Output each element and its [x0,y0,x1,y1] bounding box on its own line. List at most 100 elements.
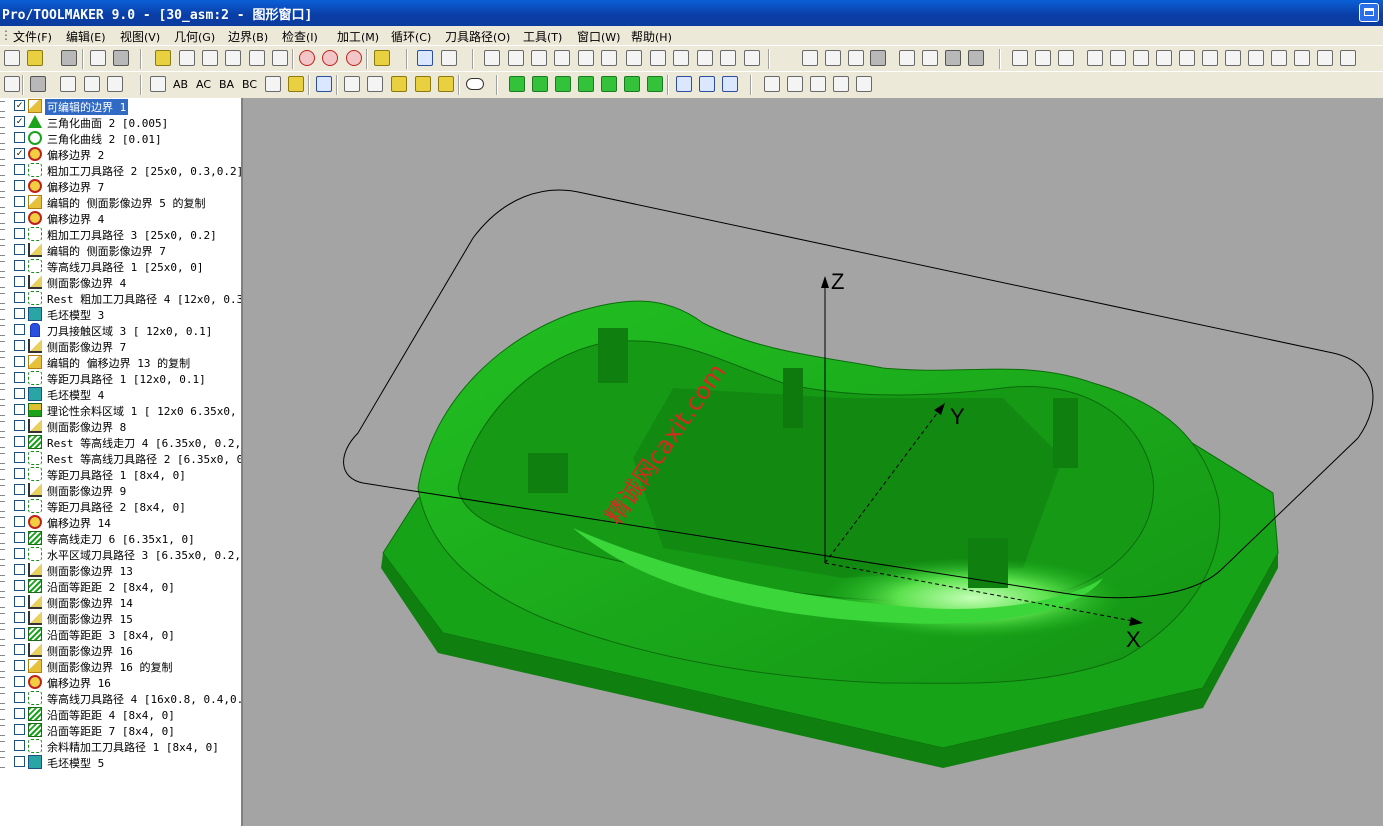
ellipse-icon[interactable] [466,78,484,90]
expand-icon[interactable] [0,485,5,496]
expand-icon[interactable] [0,645,5,656]
flowline-icon[interactable] [825,50,841,66]
visibility-checkbox[interactable] [14,372,25,383]
visibility-checkbox[interactable] [14,196,25,207]
visibility-checkbox[interactable] [14,436,25,447]
expand-icon[interactable] [0,405,5,416]
visibility-checkbox[interactable] [14,212,25,223]
tree-item[interactable]: 水平区域刀具路径 3 [6.35x0, 0.2, [0,546,241,562]
pan-icon[interactable] [676,76,692,92]
visibility-checkbox[interactable] [14,596,25,607]
visibility-checkbox[interactable] [14,164,25,175]
visibility-checkbox[interactable] [14,276,25,287]
tree-item[interactable]: 偏移边界 4 [0,210,241,226]
tool-5-icon[interactable] [1110,50,1126,66]
expand-icon[interactable] [0,229,5,240]
expand-icon[interactable] [0,133,5,144]
graphics-viewport[interactable]: Z Y X 精诚网caxit.com [243,98,1383,826]
shade-icon[interactable] [344,76,360,92]
tree-item[interactable]: 编辑的 侧面影像边界 5 的复制 [0,194,241,210]
menu-view[interactable]: 视图(V) [120,28,160,45]
visibility-checkbox[interactable]: ✓ [14,148,25,159]
expand-icon[interactable] [0,469,5,480]
view-right-icon[interactable] [647,76,663,92]
tree-item[interactable]: 余料精加工刀具路径 1 [8x4, 0] [0,738,241,754]
tree-item[interactable]: 理论性余料区域 1 [ 12x0 6.35x0, [0,402,241,418]
area-clear-icon[interactable] [554,50,570,66]
expand-icon[interactable] [0,757,5,768]
expand-icon[interactable] [0,549,5,560]
view-front-icon[interactable] [578,76,594,92]
offset-boundary-tool-3-icon[interactable] [346,50,362,66]
waterline-icon[interactable] [650,50,666,66]
tool-13-icon[interactable] [1294,50,1310,66]
visibility-checkbox[interactable] [14,756,25,767]
fraction-icon[interactable] [265,76,281,92]
stock-boundary-icon[interactable] [272,50,288,66]
rotate-icon[interactable] [150,76,166,92]
visibility-checkbox[interactable] [14,468,25,479]
expand-icon[interactable] [0,709,5,720]
tree-item[interactable]: 偏移边界 7 [0,178,241,194]
tool-8-icon[interactable] [1179,50,1195,66]
project-icon[interactable] [802,50,818,66]
tree-item[interactable]: 等距刀具路径 1 [8x4, 0] [0,466,241,482]
visibility-checkbox[interactable] [14,292,25,303]
menu-geometry[interactable]: 几何(G) [174,28,215,45]
menu-file[interactable]: 文件(F) [13,28,52,45]
tree-item[interactable]: ✓ 三角化曲面 2 [0.005] [0,114,241,130]
expand-icon[interactable] [0,517,5,528]
tree-item[interactable]: 侧面影像边界 16 [0,642,241,658]
visibility-checkbox[interactable] [14,420,25,431]
view-ab-button[interactable]: AB [173,78,188,91]
offset-boundary-tool-2-icon[interactable] [322,50,338,66]
expand-icon[interactable] [0,165,5,176]
menu-inspect[interactable]: 检查(I) [282,28,318,45]
visibility-checkbox[interactable] [14,612,25,623]
visibility-checkbox[interactable] [14,660,25,671]
steep-icon[interactable] [673,50,689,66]
tree-item[interactable]: 侧面影像边界 16 的复制 [0,658,241,674]
tree-item[interactable]: 毛坯模型 3 [0,306,241,322]
tool-7-icon[interactable] [1156,50,1172,66]
visibility-checkbox[interactable] [14,388,25,399]
visibility-checkbox[interactable] [14,308,25,319]
view-back-icon[interactable] [601,76,617,92]
tool-15-icon[interactable] [1340,50,1356,66]
tree-item[interactable]: Rest 等高线走刀 4 [6.35x0, 0.2,0 [0,434,241,450]
expand-icon[interactable] [0,661,5,672]
tree-item[interactable]: 等距刀具路径 2 [8x4, 0] [0,498,241,514]
eraser-icon[interactable] [441,50,457,66]
save-icon[interactable] [61,50,77,66]
maximize-button[interactable] [1359,3,1379,22]
tree-toggle-icon[interactable] [4,76,20,92]
expand-icon[interactable] [0,309,5,320]
rest-boundary-icon[interactable] [249,50,265,66]
print-icon[interactable] [113,50,129,66]
zoom-in-icon[interactable] [722,76,738,92]
tree-item[interactable]: ✓ 偏移边界 2 [0,146,241,162]
copy-icon[interactable] [90,50,106,66]
roughing-icon[interactable] [484,50,500,66]
shade-4-icon[interactable] [415,76,431,92]
tree-item[interactable]: 侧面影像边界 9 [0,482,241,498]
silhouette-tool-icon[interactable] [179,50,195,66]
sim-5-icon[interactable] [856,76,872,92]
visibility-checkbox[interactable] [14,628,25,639]
tree-item[interactable]: 沿面等距距 2 [8x4, 0] [0,578,241,594]
sim-4-icon[interactable] [833,76,849,92]
boundary-tool-icon[interactable] [155,50,171,66]
expand-icon[interactable] [0,629,5,640]
visibility-checkbox[interactable] [14,548,25,559]
shade-3-icon[interactable] [391,76,407,92]
tree-item[interactable]: 等高线刀具路径 4 [16x0.8, 0.4,0. [0,690,241,706]
tree-item[interactable]: 刀具接触区域 3 [ 12x0, 0.1] [0,322,241,338]
tree-item[interactable]: 编辑的 偏移边界 13 的复制 [0,354,241,370]
corner-roughing-icon[interactable] [601,50,617,66]
corner-finish-icon[interactable] [922,50,938,66]
tree-item[interactable]: ✓ 可编辑的边界 1 [0,98,241,115]
tree-item[interactable]: 等高线刀具路径 1 [25x0, 0] [0,258,241,274]
tree-item[interactable]: 侧面影像边界 14 [0,594,241,610]
tree-item[interactable]: 毛坯模型 5 [0,754,241,770]
hatch-2-icon[interactable] [968,50,984,66]
